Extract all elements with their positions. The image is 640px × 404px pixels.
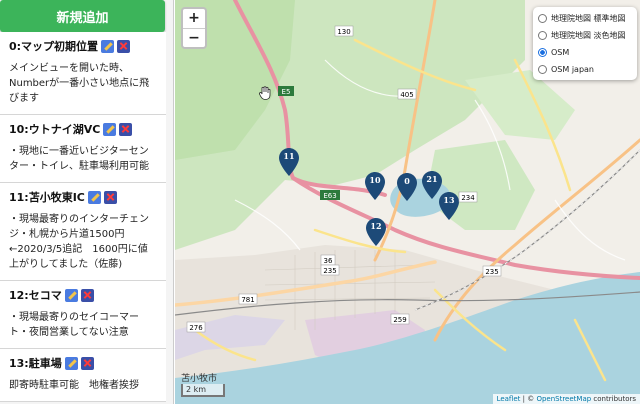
scale-bar: 2 km (181, 384, 225, 397)
spot-description: ・現地に一番近いビジターセンター・トイレ、駐車場利用可能 (9, 146, 149, 172)
road-label: 405 (400, 91, 413, 99)
road-label: 276 (189, 324, 203, 332)
spot-title-row: 11:苫小牧東IC (9, 188, 157, 206)
road-label: 234 (461, 194, 475, 202)
delete-icon[interactable] (103, 190, 117, 204)
leaflet-link[interactable]: Leaflet (497, 395, 521, 403)
road-label: E5 (282, 88, 291, 96)
spot-description: メインビューを開いた時、Numberが一番小さい地点に飛びます (9, 63, 150, 104)
road-label: 235 (485, 268, 498, 276)
list-item[interactable]: 13:駐車場 即寄時駐車可能 地権者挨拶 (0, 349, 166, 402)
spot-title: 10:ウトナイ湖VC (9, 123, 101, 136)
delete-icon[interactable] (80, 356, 94, 370)
spot-title: 11:苫小牧東IC (9, 191, 85, 204)
attribution-separator: | © (520, 395, 537, 403)
list-item[interactable]: 11:苫小牧東IC ・現場最寄りのインターチェンジ・札幌から片道1500円←20… (0, 183, 166, 281)
spot-title: 0:マップ初期位置 (9, 40, 99, 53)
road-label: E63 (323, 192, 336, 200)
osm-link[interactable]: OpenStreetMap (536, 395, 591, 403)
spot-title-row: 10:ウトナイ湖VC (9, 120, 157, 138)
city-label: 苫小牧市 (181, 374, 218, 384)
spot-description: ・現場最寄りのインターチェンジ・札幌から片道1500円←2020/3/5追記 1… (9, 214, 149, 270)
spot-title-row: 12:セコマ (9, 286, 157, 304)
list-item[interactable]: 10:ウトナイ湖VC ・現地に一番近いビジターセンター・トイレ、駐車場利用可能 (0, 115, 166, 183)
spot-sidebar: 新規追加 0:マップ初期位置 メインビューを開いた時、Numberが一番小さい地… (0, 0, 174, 404)
edit-icon[interactable] (87, 190, 101, 204)
spot-list: 0:マップ初期位置 メインビューを開いた時、Numberが一番小さい地点に飛びま… (0, 32, 166, 402)
spot-title-row: 0:マップ初期位置 (9, 37, 157, 55)
map-attribution: Leaflet | © OpenStreetMap contributors (492, 394, 640, 404)
edit-icon[interactable] (103, 122, 117, 136)
road-label: 130 (337, 28, 350, 36)
add-new-button[interactable]: 新規追加 (0, 0, 165, 32)
spot-title: 12:セコマ (9, 289, 62, 302)
attribution-text: contributors (591, 395, 636, 403)
edit-icon[interactable] (64, 288, 78, 302)
spot-description: ・現場最寄りのセイコーマート・夜間営業してない注意 (9, 312, 139, 338)
spot-description: 即寄時駐車可能 地権者挨拶 (9, 380, 139, 391)
list-item[interactable]: 12:セコマ ・現場最寄りのセイコーマート・夜間営業してない注意 (0, 281, 166, 349)
spot-title: 13:駐車場 (9, 357, 62, 370)
road-label: 235 (323, 267, 336, 275)
delete-icon[interactable] (80, 288, 94, 302)
road-label: 259 (393, 316, 406, 324)
list-item[interactable]: 0:マップ初期位置 メインビューを開いた時、Numberが一番小さい地点に飛びま… (0, 32, 166, 115)
delete-icon[interactable] (119, 122, 133, 136)
spot-title-row: 13:駐車場 (9, 354, 157, 372)
hand-cursor-icon (259, 86, 271, 100)
road-labels: 130 E5 405 E63 36 235 234 781 259 276 23… (186, 25, 502, 333)
edit-icon[interactable] (101, 39, 115, 53)
edit-icon[interactable] (64, 356, 78, 370)
delete-icon[interactable] (117, 39, 131, 53)
road-label: 36 (324, 257, 333, 265)
road-label: 781 (241, 296, 254, 304)
map-view[interactable]: + − 地理院地図 標準地図 地理院地図 淡色地図 OSM OSM japan … (175, 0, 640, 404)
